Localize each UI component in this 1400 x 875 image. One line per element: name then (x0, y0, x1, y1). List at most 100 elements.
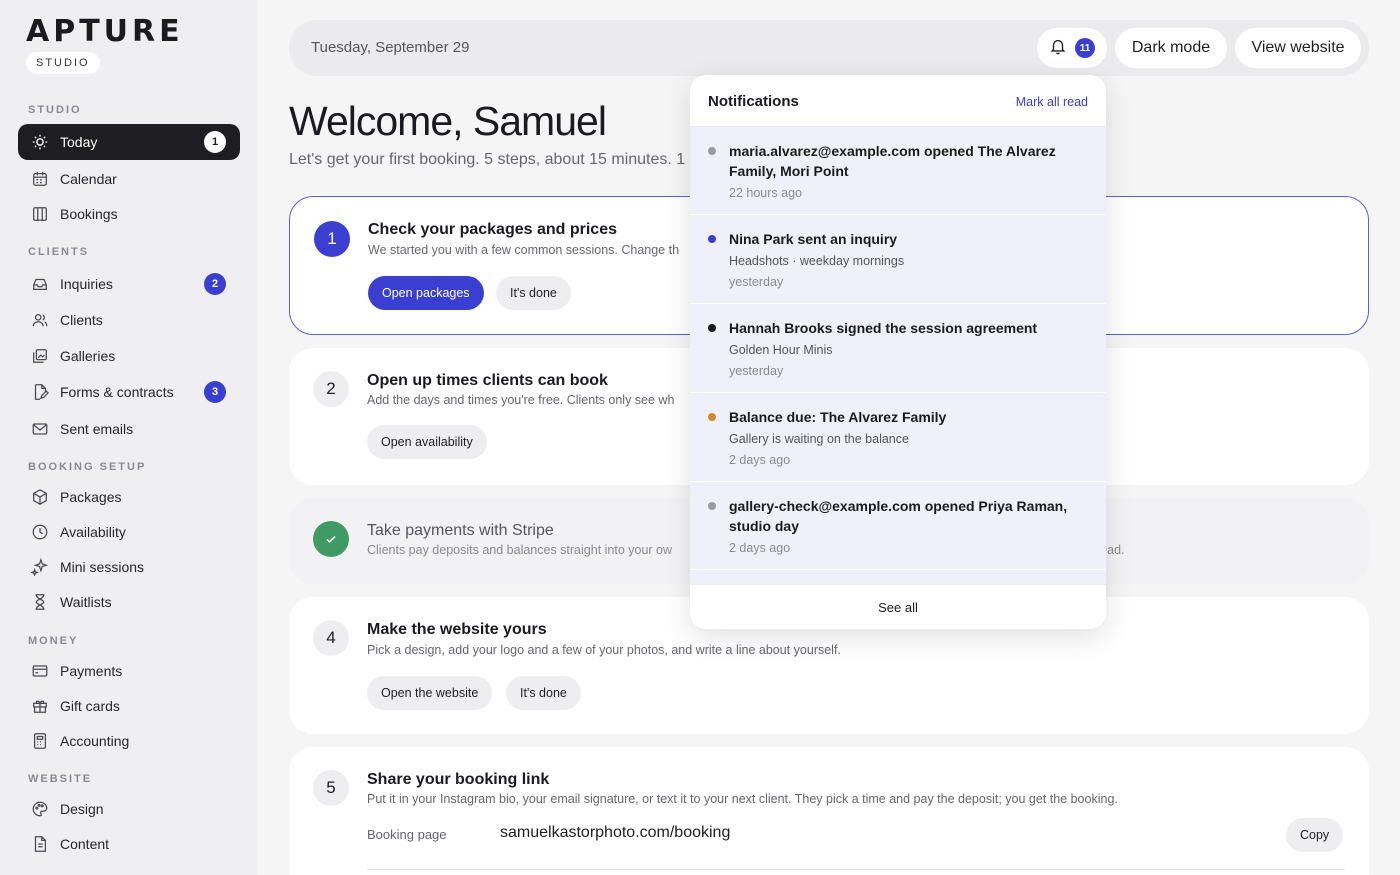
sidebar-item-label: Content (60, 836, 110, 852)
notification-title: Nina Park sent an inquiry (729, 231, 898, 247)
sidebar-item-design[interactable]: Design (18, 791, 240, 827)
sidebar-item-availability[interactable]: Availability (18, 514, 240, 550)
sidebar-item-waitlists[interactable]: Waitlists (18, 584, 240, 620)
sidebar-item-label: Packages (60, 489, 122, 505)
copy-link-button[interactable]: Copy (1286, 818, 1344, 852)
brand-studio-tag: STUDIO (26, 52, 100, 74)
top-bar: Tuesday, September 29 11 Dark mode View … (289, 20, 1369, 76)
sidebar-item-label: Calendar (60, 171, 117, 187)
section-label-booking-setup: BOOKING SETUP (28, 461, 147, 473)
notification-item[interactable]: maria.alvarez@example.com opened The Alv… (690, 127, 1106, 215)
today-badge: 1 (204, 131, 226, 153)
clock-icon (30, 522, 50, 542)
sidebar-item-label: Galleries (60, 348, 116, 364)
calendar-icon (30, 169, 50, 189)
mark-all-read-link[interactable]: Mark all read (1016, 95, 1088, 109)
calculator-icon (30, 731, 50, 751)
sidebar-item-payments[interactable]: Payments (18, 653, 240, 689)
sidebar-item-galleries[interactable]: Galleries (18, 338, 240, 374)
booking-page-label: Booking page (367, 827, 447, 842)
notification-detail: Golden Hour Minis (729, 343, 833, 357)
notifications-header: Notifications Mark all read (690, 75, 1106, 127)
notification-title: maria.alvarez@example.com opened The Alv… (729, 143, 1056, 179)
sidebar-item-label: Bookings (60, 206, 118, 222)
sidebar-item-label: Payments (60, 663, 123, 679)
gallery-icon (30, 346, 50, 366)
notification-item[interactable]: Hannah Brooks signed the session agreeme… (690, 304, 1106, 393)
booking-link[interactable]: samuelkastorphoto.com/booking (500, 824, 730, 842)
notification-time: 2 days ago (729, 541, 791, 555)
sidebar-item-label: Availability (60, 524, 126, 540)
notification-dot (708, 413, 716, 421)
notification-item[interactable]: Balance due: The Alvarez Family Gallery i… (690, 393, 1106, 482)
open-availability-button[interactable]: Open availability (367, 425, 487, 459)
step-number: 2 (313, 371, 349, 407)
section-label-money: MONEY (28, 635, 79, 647)
sidebar-item-sent-emails[interactable]: Sent emails (18, 411, 240, 447)
credit-card-icon (30, 661, 50, 681)
gift-icon (30, 696, 50, 716)
notification-title: Balance due: The Alvarez Family (729, 409, 947, 425)
step-title: Check your packages and prices (368, 221, 617, 238)
page-subtitle: Let's get your first booking. 5 steps, a… (289, 151, 699, 168)
sidebar-item-forms-contracts[interactable]: Forms & contracts 3 (18, 374, 240, 410)
sidebar-item-bookings[interactable]: Bookings (18, 196, 240, 232)
sidebar-item-label: Inquiries (60, 276, 113, 292)
dark-mode-button[interactable]: Dark mode (1115, 28, 1227, 68)
sidebar-item-label: Clients (60, 312, 103, 328)
sidebar-item-inquiries[interactable]: Inquiries 2 (18, 266, 240, 302)
sidebar-item-mini-sessions[interactable]: Mini sessions (18, 549, 240, 585)
step-description: Pick a design, add your logo and a few o… (367, 643, 841, 657)
sidebar-item-label: Forms & contracts (60, 384, 174, 400)
see-all-link[interactable]: See all (690, 584, 1106, 629)
sidebar-item-accounting[interactable]: Accounting (18, 723, 240, 759)
notification-time: yesterday (729, 275, 784, 289)
sidebar-item-label: Today (60, 134, 98, 150)
sidebar-item-gift-cards[interactable]: Gift cards (18, 688, 240, 724)
notifications-list[interactable]: maria.alvarez@example.com opened The Alv… (690, 127, 1106, 584)
notification-time: 2 days ago (729, 453, 791, 467)
divider (367, 869, 1345, 870)
package-icon (30, 487, 50, 507)
step-title: Take payments with Stripe (367, 522, 554, 539)
sidebar-item-label: Accounting (60, 733, 130, 749)
open-website-button[interactable]: Open the website (367, 676, 493, 710)
inbox-icon (30, 274, 50, 294)
section-label-clients: CLIENTS (28, 246, 90, 258)
notification-item[interactable]: gallery-check@example.com opened Priya R… (690, 570, 1106, 584)
notification-item[interactable]: gallery-check@example.com opened Priya R… (690, 482, 1106, 570)
section-label-website: WEBSITE (28, 773, 93, 785)
view-website-button[interactable]: View website (1235, 28, 1361, 68)
step-title: Make the website yours (367, 621, 547, 638)
page-title: Welcome, Samuel (289, 98, 607, 144)
step-card-5: 5 Share your booking link Put it in your… (289, 747, 1369, 875)
notification-item[interactable]: Nina Park sent an inquiry Headshots · wee… (690, 215, 1106, 304)
sidebar-item-label: Waitlists (60, 594, 112, 610)
step-title: Share your booking link (367, 771, 550, 788)
notifications-title: Notifications (708, 93, 799, 110)
step-description: We started you with a few common session… (368, 243, 680, 257)
step-title: Open up times clients can book (367, 372, 608, 389)
sparkle-icon (30, 557, 50, 577)
users-icon (30, 310, 50, 330)
sidebar-item-calendar[interactable]: Calendar (18, 161, 240, 197)
open-packages-button[interactable]: Open packages (368, 276, 484, 310)
step-number: 1 (314, 221, 350, 257)
inquiries-badge: 2 (204, 273, 226, 295)
brand[interactable]: APTURE STUDIO (26, 17, 184, 74)
step-1-done-button[interactable]: It's done (496, 276, 571, 310)
sidebar-item-content[interactable]: Content (18, 826, 240, 862)
notification-count-badge: 11 (1075, 38, 1095, 58)
notification-dot (708, 147, 716, 155)
section-label-studio: STUDIO (28, 104, 82, 116)
sidebar-item-packages[interactable]: Packages (18, 479, 240, 515)
step-complete-check (313, 521, 349, 557)
sidebar-item-today[interactable]: Today 1 (18, 124, 240, 160)
step-4-done-button[interactable]: It's done (506, 676, 581, 710)
sun-icon (30, 132, 50, 152)
step-description: Put it in your Instagram bio, your email… (367, 792, 1118, 806)
notifications-button[interactable]: 11 (1037, 28, 1107, 68)
step-number: 4 (313, 620, 349, 656)
sidebar-item-clients[interactable]: Clients (18, 302, 240, 338)
notification-time: yesterday (729, 364, 784, 378)
